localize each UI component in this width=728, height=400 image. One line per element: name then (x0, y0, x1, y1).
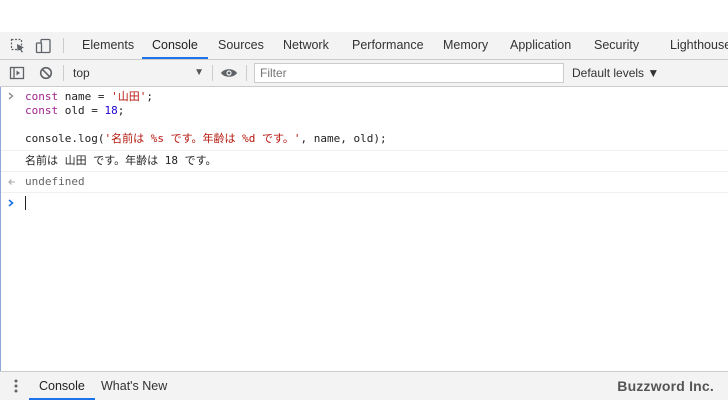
log-levels-dropdown[interactable]: Default levels ▼ (572, 60, 659, 86)
inspect-element-icon[interactable] (8, 32, 28, 59)
drawer-tab-console[interactable]: Console (29, 372, 95, 400)
code-line: const old = 18; (25, 104, 125, 117)
return-arrow-icon (7, 176, 19, 191)
device-toolbar-icon[interactable] (33, 32, 55, 59)
toolbar-separator (212, 65, 213, 81)
tab-memory[interactable]: Memory (433, 32, 498, 59)
tab-sources[interactable]: Sources (208, 32, 274, 59)
code-line: console.log('名前は %s です。年齢は %d です。', name… (25, 132, 387, 145)
tab-lighthouse[interactable]: Lighthouse (660, 32, 728, 59)
live-expression-eye-icon[interactable] (219, 60, 239, 86)
toolbar-separator (63, 65, 64, 81)
toolbar-separator (246, 65, 247, 81)
page-area (0, 0, 728, 32)
console-log-message: 名前は 山田 です。年齢は 18 です。 (1, 151, 728, 172)
prompt-input[interactable] (1, 193, 728, 213)
return-value: undefined (25, 175, 85, 188)
drawer-tab-bar: Console What's New Buzzword Inc. (0, 371, 728, 400)
tab-console[interactable]: Console (142, 32, 208, 59)
show-sidebar-icon[interactable] (7, 60, 27, 86)
watermark: Buzzword Inc. (617, 378, 714, 394)
clear-console-icon[interactable] (36, 60, 56, 86)
console-output[interactable]: const name = '山田'; const old = 18; conso… (1, 87, 728, 371)
prompt-chevron-icon (7, 197, 19, 212)
tab-application[interactable]: Application (500, 32, 581, 59)
log-output-text: 名前は 山田 です。年齢は 18 です。 (25, 154, 217, 167)
drawer-tab-whats-new[interactable]: What's New (91, 372, 177, 400)
tab-network[interactable]: Network (273, 32, 339, 59)
context-value: top (73, 66, 90, 80)
toolbar-separator (63, 38, 64, 53)
code-line: const name = '山田'; (25, 90, 153, 103)
console-prompt[interactable] (1, 193, 728, 213)
more-options-icon[interactable] (9, 372, 23, 400)
devtools-tab-bar: Elements Console Sources Network Perform… (0, 32, 728, 60)
tab-security[interactable]: Security (584, 32, 649, 59)
console-return-entry: undefined (1, 172, 728, 193)
input-chevron-icon (7, 90, 19, 105)
context-selector[interactable]: top ▼ (68, 60, 208, 86)
text-cursor (25, 196, 26, 210)
console-input-entry: const name = '山田'; const old = 18; conso… (1, 87, 728, 151)
console-toolbar: top ▼ Default levels ▼ (0, 60, 728, 87)
devtools-window: Elements Console Sources Network Perform… (0, 0, 728, 400)
tab-elements[interactable]: Elements (72, 32, 144, 59)
dropdown-caret-icon: ▼ (194, 67, 204, 78)
filter-input[interactable] (254, 63, 564, 83)
tab-performance[interactable]: Performance (342, 32, 434, 59)
